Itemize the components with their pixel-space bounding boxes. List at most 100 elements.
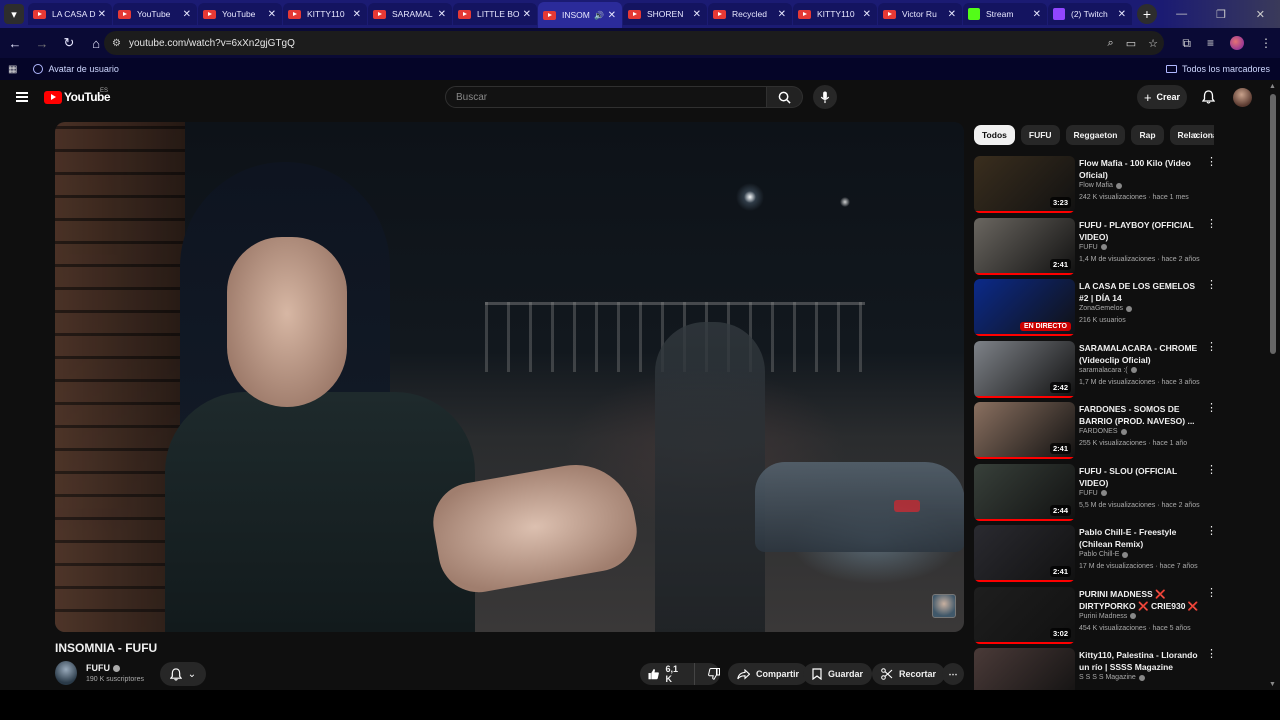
guide-menu-icon[interactable] [16,92,28,102]
tab-close-icon[interactable]: ✕ [183,9,191,20]
recommendation-item[interactable]: 2:41 FUFU - PLAYBOY (OFFICIAL VIDEO) FUFU 1… [974,217,1220,276]
account-avatar[interactable] [1233,88,1252,107]
recommendation-title[interactable]: Kitty110, Palestina - Llorando un río | … [1079,649,1203,673]
reload-button[interactable]: ↻ [57,31,81,55]
tab-search-menu-button[interactable]: ▾ [4,4,24,24]
recommendation-item[interactable]: 2:41 FARDONES - SOMOS DE BARRIO (PROD. NA… [974,402,1220,460]
back-button[interactable]: ← [3,31,27,55]
tab-close-icon[interactable]: ✕ [523,9,531,20]
dislike-button[interactable] [701,668,720,680]
more-vertical-icon[interactable]: ⋮ [1206,280,1217,291]
tab-close-icon[interactable]: ✕ [948,9,956,20]
close-window-button[interactable]: ✕ [1241,0,1280,28]
video-thumbnail[interactable]: EN DIRECTO [974,279,1075,336]
channel-name-link[interactable]: FUFU [86,663,120,673]
media-control-icon[interactable]: ≡ [1207,36,1214,50]
browser-tab[interactable]: (2) Twitch ✕ [1048,3,1132,25]
more-vertical-icon[interactable]: ⋮ [1206,341,1217,352]
recommendation-title[interactable]: FARDONES - SOMOS DE BARRIO (PROD. NAVESO… [1079,403,1203,427]
create-button[interactable]: + Crear [1137,85,1187,109]
browser-tab[interactable]: YouTube ✕ [198,3,282,25]
recommendation-item[interactable]: EN DIRECTO LA CASA DE LOS GEMELOS #2 | DÍ… [974,279,1220,337]
browser-tab[interactable]: Victor Ru ✕ [878,3,962,25]
maximize-button[interactable]: ❐ [1201,0,1240,28]
recommendation-title[interactable]: FUFU - SLOU (OFFICIAL VIDEO) [1079,465,1203,489]
channel-avatar[interactable] [55,661,77,685]
like-button[interactable]: 6,1 K [648,663,695,685]
clip-button[interactable]: Recortar [872,663,946,685]
recommendation-channel[interactable]: saramalacara :( [1079,367,1137,374]
recommendation-channel[interactable]: FUFU [1079,490,1107,497]
bookmark-avatar-de-usuario[interactable]: Avatar de usuario [33,64,119,74]
browser-tab[interactable]: KITTY110 ✕ [793,3,877,25]
tab-close-icon[interactable]: ✕ [268,9,276,20]
browser-tab[interactable]: SARAMAL ✕ [368,3,452,25]
tab-close-icon[interactable]: ✕ [608,10,616,21]
video-thumbnail[interactable]: 2:41 [974,525,1075,582]
tab-close-icon[interactable]: ✕ [98,9,106,20]
recommendation-channel[interactable]: Purini Madness [1079,613,1137,620]
scrollbar-thumb[interactable] [1270,94,1276,354]
recommendation-channel[interactable]: FUFU [1079,244,1107,251]
more-vertical-icon[interactable]: ⋮ [1206,157,1217,168]
video-thumbnail[interactable]: 2:44 [974,463,1075,521]
recommendation-title[interactable]: LA CASA DE LOS GEMELOS #2 | DÍA 14 [1079,280,1203,304]
recommendation-title[interactable]: Flow Mafia - 100 Kilo (Video Oficial) [1079,157,1203,181]
channel-watermark[interactable] [932,594,956,618]
cast-icon[interactable]: ▭ [1126,37,1136,50]
recommendation-title[interactable]: SARAMALACARA - CHROME (Videoclip Oficial… [1079,342,1203,366]
save-button[interactable]: Guardar [803,663,873,685]
search-input[interactable]: Buscar [445,86,767,108]
video-player[interactable] [55,122,964,632]
recommendation-channel[interactable]: FARDONES [1079,428,1127,435]
site-info-icon[interactable]: ⚙ [112,38,121,49]
tab-close-icon[interactable]: ✕ [693,9,701,20]
subscription-notifications-button[interactable]: ⌄ [160,662,206,686]
video-thumbnail[interactable]: 3:23 [974,156,1075,213]
more-vertical-icon[interactable]: ⋮ [1206,587,1217,598]
filter-chip[interactable]: Reggaeton [1065,125,1126,145]
tab-close-icon[interactable]: ✕ [778,9,786,20]
browser-tab[interactable]: LA CASA D ✕ [28,3,112,25]
more-vertical-icon[interactable]: ⋮ [1206,649,1217,660]
recommendation-channel[interactable]: Flow Mafia [1079,182,1122,189]
filter-chip[interactable]: Relacionado [1169,125,1214,145]
recommendation-item[interactable]: 2:42 SARAMALACARA - CHROME (Videoclip Ofi… [974,340,1220,399]
browser-tab[interactable]: Recycled ✕ [708,3,792,25]
tab-close-icon[interactable]: ✕ [353,9,361,20]
tab-close-icon[interactable]: ✕ [1033,9,1041,20]
share-button[interactable]: Compartir [728,663,809,685]
video-thumbnail[interactable]: 2:42 [974,340,1075,398]
browser-tab[interactable]: INSOM 🔊 ✕ [538,2,622,28]
more-actions-button[interactable]: ⋯ [942,663,964,685]
video-thumbnail[interactable]: 2:41 [974,217,1075,275]
recommendation-channel[interactable]: S S S S Magazine [1079,674,1145,681]
tab-close-icon[interactable]: ✕ [1118,9,1126,20]
voice-search-button[interactable] [813,85,837,109]
scroll-up-arrow-icon[interactable]: ▲ [1269,83,1276,90]
extensions-icon[interactable]: ⧉ [1182,36,1191,51]
filter-chip[interactable]: FUFU [1020,125,1060,145]
browser-tab[interactable]: SHOREN ✕ [623,3,707,25]
recommendation-item[interactable]: 2:44 FUFU - SLOU (OFFICIAL VIDEO) FUFU 5,5 … [974,463,1220,522]
browser-menu-icon[interactable]: ⋮ [1260,36,1272,50]
more-vertical-icon[interactable]: ⋮ [1206,218,1217,229]
search-button[interactable] [767,86,803,108]
recommendation-title[interactable]: Pablo Chill-E - Freestyle (Chilean Remix… [1079,526,1203,550]
recommendation-item[interactable]: 3:02 PURINI MADNESS ❌ DIRTYPORKO ❌ CRIE93… [974,586,1220,645]
page-scrollbar[interactable]: ▲ ▼ [1266,80,1280,690]
recommendation-item[interactable]: 2:41 Pablo Chill-E - Freestyle (Chilean R… [974,525,1220,583]
video-thumbnail[interactable]: 3:02 [974,586,1075,644]
bookmark-star-icon[interactable]: ☆ [1148,37,1158,50]
browser-tab[interactable]: KITTY110 ✕ [283,3,367,25]
address-bar[interactable]: ⚙ youtube.com/watch?v=6xXn2gjGTgQ ⌕ ▭ ☆ [104,31,1164,55]
scroll-down-arrow-icon[interactable]: ▼ [1269,681,1276,688]
recommendation-channel[interactable]: ZonaGemelos [1079,305,1132,312]
more-vertical-icon[interactable]: ⋮ [1206,464,1217,475]
recommendation-title[interactable]: FUFU - PLAYBOY (OFFICIAL VIDEO) [1079,219,1203,243]
recommendation-channel[interactable]: Pablo Chill-E [1079,551,1129,558]
apps-grid-icon[interactable]: ▦ [8,64,17,75]
profile-avatar[interactable] [1230,36,1244,50]
chevron-right-icon[interactable]: › [1194,128,1198,142]
recommendation-title[interactable]: PURINI MADNESS ❌ DIRTYPORKO ❌ CRIE930 ❌ … [1079,588,1203,612]
